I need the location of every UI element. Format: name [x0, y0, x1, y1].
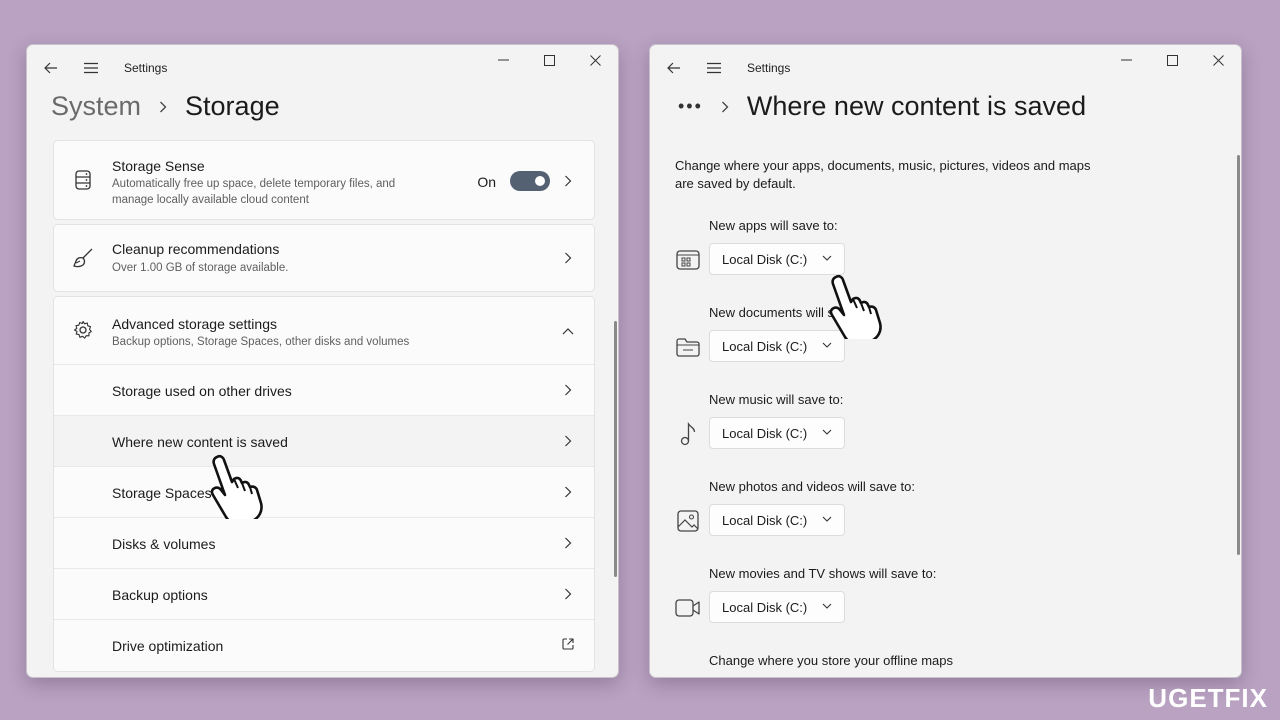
- chevron-down-icon: [822, 514, 832, 524]
- music-save-label: New music will save to:: [709, 392, 844, 407]
- video-camera-icon: [674, 594, 702, 622]
- logo-part: FIX: [1224, 683, 1268, 713]
- list-item-label: Storage Spaces: [112, 485, 212, 501]
- cleanup-recommendations-card[interactable]: Cleanup recommendations Over 1.00 GB of …: [53, 224, 595, 292]
- maximize-button[interactable]: [1149, 45, 1195, 75]
- photos-drive-dropdown[interactable]: Local Disk (C:): [709, 504, 845, 536]
- music-drive-dropdown[interactable]: Local Disk (C:): [709, 417, 845, 449]
- chevron-down-icon: [822, 253, 832, 263]
- maximize-button[interactable]: [526, 45, 572, 75]
- offline-maps-link[interactable]: Change where you store your offline maps: [709, 653, 953, 668]
- list-item-label: Drive optimization: [112, 638, 224, 654]
- chevron-down-icon: [822, 427, 832, 437]
- dropdown-value: Local Disk (C:): [722, 600, 808, 615]
- chevron-right-icon: [562, 587, 574, 601]
- dropdown-value: Local Disk (C:): [722, 513, 808, 528]
- logo-part: ET: [1189, 683, 1225, 713]
- storage-sense-toggle[interactable]: [510, 171, 550, 191]
- movies-drive-dropdown[interactable]: Local Disk (C:): [709, 591, 845, 623]
- photo-icon: [674, 507, 702, 535]
- description-line-1: Change where your apps, documents, music…: [675, 158, 1091, 173]
- chevron-right-icon: [562, 536, 574, 550]
- page-title: Storage: [185, 91, 280, 121]
- chevron-right-icon: [562, 485, 574, 499]
- list-item-drive-optimization[interactable]: Drive optimization: [54, 619, 594, 671]
- description-line-2: are saved by default.: [675, 176, 796, 191]
- advanced-storage-subtitle: Backup options, Storage Spaces, other di…: [112, 336, 410, 348]
- window-title: Settings: [124, 61, 168, 75]
- toggle-state-label: On: [477, 174, 496, 190]
- folder-icon: [674, 333, 702, 361]
- minimize-button[interactable]: [480, 45, 526, 75]
- scrollbar[interactable]: [1237, 155, 1240, 555]
- chevron-down-icon: [822, 340, 832, 350]
- breadcrumb: System Storage: [51, 91, 280, 122]
- apps-icon: [674, 246, 702, 274]
- storage-drive-icon: [72, 169, 94, 191]
- list-item-label: Where new content is saved: [112, 434, 288, 450]
- list-item-disks-volumes[interactable]: Disks & volumes: [54, 517, 594, 569]
- back-arrow-icon[interactable]: [664, 59, 684, 77]
- hamburger-menu-icon[interactable]: [81, 59, 101, 77]
- chevron-right-icon: [562, 383, 574, 397]
- close-button[interactable]: [572, 45, 618, 75]
- close-button[interactable]: [1195, 45, 1241, 75]
- page-description: Change where your apps, documents, music…: [675, 157, 1135, 193]
- ugetfix-watermark-logo: UGETFIX: [1148, 683, 1268, 714]
- advanced-storage-title[interactable]: Advanced storage settings: [112, 316, 277, 332]
- settings-window-new-content: Settings ••• Where new content is saved …: [649, 44, 1242, 678]
- music-icon: [674, 420, 702, 448]
- chevron-right-icon: [562, 174, 574, 188]
- page-title: Where new content is saved: [746, 91, 1087, 121]
- gear-icon: [72, 319, 94, 341]
- settings-window-storage: Settings System Storage Storage Sense Au…: [26, 44, 619, 678]
- chevron-right-icon: [721, 101, 729, 113]
- chevron-up-icon[interactable]: [562, 324, 574, 338]
- list-item-storage-spaces[interactable]: Storage Spaces: [54, 466, 594, 518]
- dropdown-value: Local Disk (C:): [722, 426, 808, 441]
- breadcrumb: ••• Where new content is saved: [678, 91, 1086, 122]
- documents-drive-dropdown[interactable]: Local Disk (C:): [709, 330, 845, 362]
- list-item-label: Storage used on other drives: [112, 383, 292, 399]
- advanced-storage-expander: Advanced storage settings Backup options…: [53, 296, 595, 672]
- chevron-down-icon: [822, 601, 832, 611]
- breadcrumb-ellipsis-button[interactable]: •••: [678, 96, 703, 117]
- external-link-icon: [562, 637, 574, 651]
- list-item-label: Backup options: [112, 587, 208, 603]
- dropdown-value: Local Disk (C:): [722, 339, 808, 354]
- storage-sense-card[interactable]: Storage Sense Automatically free up spac…: [53, 140, 595, 220]
- list-item-label: Disks & volumes: [112, 536, 216, 552]
- list-item-where-new-content-saved[interactable]: Where new content is saved: [54, 415, 594, 467]
- apps-save-label: New apps will save to:: [709, 218, 838, 233]
- dropdown-value: Local Disk (C:): [722, 252, 808, 267]
- logo-part: U: [1148, 683, 1169, 713]
- chevron-right-icon: [562, 434, 574, 448]
- cleanup-subtitle: Over 1.00 GB of storage available.: [112, 262, 289, 274]
- apps-drive-dropdown[interactable]: Local Disk (C:): [709, 243, 845, 275]
- hamburger-menu-icon[interactable]: [704, 59, 724, 77]
- chevron-right-icon: [562, 251, 574, 265]
- scrollbar[interactable]: [614, 321, 617, 577]
- window-title: Settings: [747, 61, 791, 75]
- movies-save-label: New movies and TV shows will save to:: [709, 566, 937, 581]
- breadcrumb-system[interactable]: System: [51, 91, 141, 122]
- cleanup-title: Cleanup recommendations: [112, 241, 280, 257]
- storage-sense-title: Storage Sense: [112, 158, 205, 174]
- chevron-right-icon: [159, 101, 167, 113]
- minimize-button[interactable]: [1103, 45, 1149, 75]
- list-item-backup-options[interactable]: Backup options: [54, 568, 594, 620]
- broom-icon: [72, 247, 94, 269]
- back-arrow-icon[interactable]: [41, 59, 61, 77]
- documents-save-label: New documents will save to:: [709, 305, 874, 320]
- toggle-knob: [535, 176, 545, 186]
- logo-part: G: [1168, 683, 1190, 713]
- storage-sense-subtitle-2: manage locally available cloud content: [112, 194, 309, 206]
- list-item-storage-other-drives[interactable]: Storage used on other drives: [54, 364, 594, 416]
- photos-save-label: New photos and videos will save to:: [709, 479, 915, 494]
- storage-sense-subtitle-1: Automatically free up space, delete temp…: [112, 178, 396, 190]
